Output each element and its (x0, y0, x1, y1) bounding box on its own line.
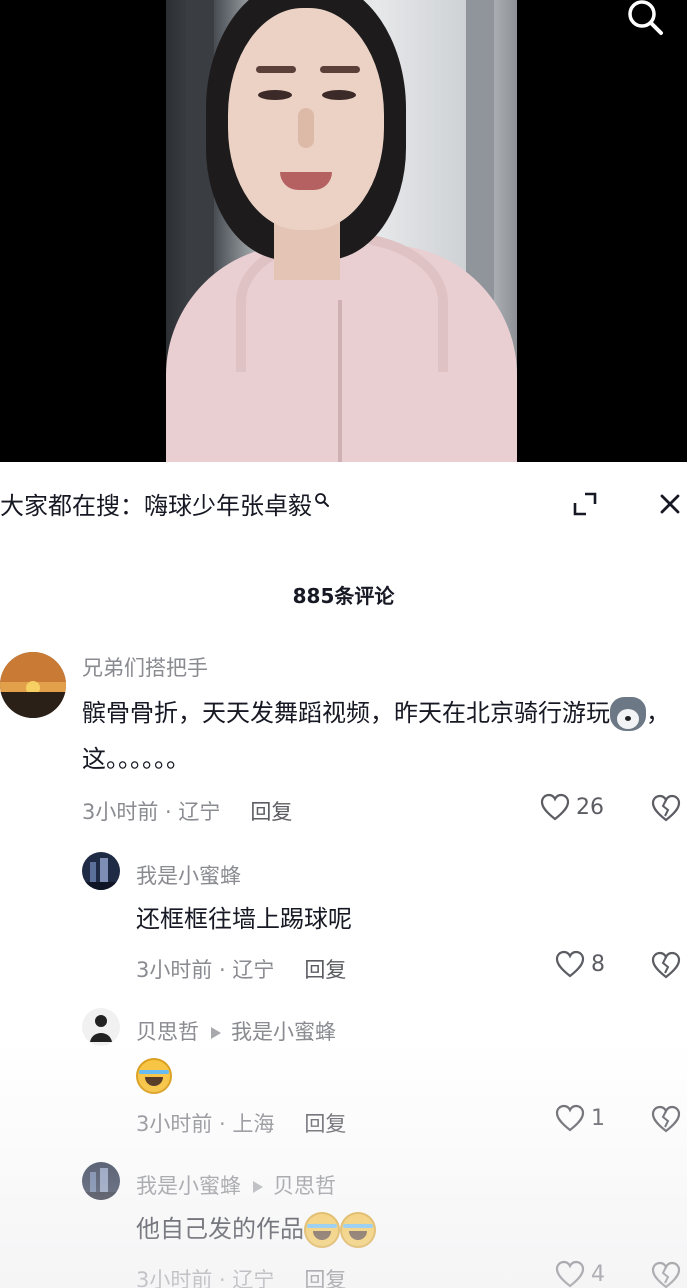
reply-text-content: 他自己发的作品 (136, 1215, 304, 1243)
close-icon[interactable] (656, 490, 684, 518)
like-button[interactable]: 1 (555, 1104, 605, 1132)
laughing-crying-emoji (304, 1212, 340, 1248)
like-count: 8 (591, 951, 605, 977)
laughing-crying-emoji (340, 1212, 376, 1248)
comment-location: 辽宁 (232, 958, 275, 982)
eyebrow (320, 66, 360, 73)
person-face (228, 8, 384, 230)
comment-location: 上海 (232, 1112, 275, 1136)
video-player[interactable] (0, 0, 687, 462)
comment-time: 3小时前 (82, 800, 159, 824)
dislike-button[interactable] (650, 1260, 682, 1288)
avatar[interactable] (0, 652, 66, 718)
everyone-search-link[interactable]: 大家都在搜：嗨球少年张卓毅 (0, 486, 330, 521)
reply-text: 他自己发的作品 (136, 1206, 656, 1252)
reply-username: 我是小蜜蜂 贝思哲 (136, 1170, 336, 1200)
broken-heart-icon (651, 951, 681, 979)
comment-meta: 3小时前 · 上海 回复 (136, 1108, 346, 1138)
reply-button[interactable]: 回复 (304, 1268, 346, 1288)
video-frame (166, 0, 517, 462)
comment-time: 3小时前 (136, 958, 213, 982)
comment-text-part: 髌骨骨折，天天发舞蹈视频，昨天在北京骑行游玩 (82, 699, 610, 727)
reply-target[interactable]: 贝思哲 (273, 1174, 336, 1198)
everyone-search-label: 大家都在搜： (0, 492, 144, 520)
everyone-search-term: 嗨球少年张卓毅 (144, 492, 312, 520)
nose (298, 108, 314, 148)
reply-author[interactable]: 我是小蜜蜂 (136, 1174, 241, 1198)
heart-outline-icon (555, 1104, 585, 1132)
expand-icon[interactable] (571, 490, 599, 518)
reply-button[interactable]: 回复 (304, 958, 346, 982)
reply-to-arrow-icon (253, 1181, 263, 1193)
broken-heart-icon (651, 1261, 681, 1288)
reply-to-arrow-icon (211, 1027, 221, 1039)
reply-author[interactable]: 贝思哲 (136, 1020, 199, 1044)
reply-text (136, 1052, 656, 1098)
broken-heart-icon (651, 1105, 681, 1133)
reply-username[interactable]: 我是小蜜蜂 (136, 860, 241, 890)
avatar[interactable] (82, 1162, 120, 1200)
like-count: 4 (591, 1261, 605, 1287)
avatar[interactable] (82, 1008, 120, 1046)
comment-username[interactable]: 兄弟们搭把手 (82, 652, 208, 682)
small-search-icon (314, 486, 330, 514)
like-button[interactable]: 26 (540, 793, 604, 821)
comment-text: 髌骨骨折，天天发舞蹈视频，昨天在北京骑行游玩 ，这。。。。。。 (82, 690, 682, 782)
reply-text: 还框框往墙上踢球呢 (136, 905, 352, 933)
comment-meta: 3小时前 · 辽宁 回复 (136, 954, 346, 984)
jacket-zipper (338, 300, 342, 462)
window-frame (466, 0, 494, 300)
comment-meta: 3小时前 · 辽宁 回复 (82, 796, 292, 826)
comment-count-title: 885条评论 (292, 584, 395, 608)
eyebrow (256, 66, 296, 73)
comment-location: 辽宁 (232, 1268, 275, 1288)
reply-target[interactable]: 我是小蜜蜂 (231, 1020, 336, 1044)
dislike-button[interactable] (650, 950, 682, 982)
like-button[interactable]: 8 (555, 950, 605, 978)
meta-separator: · (212, 1112, 233, 1136)
dislike-button[interactable] (650, 1104, 682, 1136)
eye (322, 90, 356, 100)
like-count: 1 (591, 1105, 605, 1131)
mouth (280, 172, 332, 190)
dislike-button[interactable] (650, 793, 682, 825)
broken-heart-icon (651, 794, 681, 822)
heart-outline-icon (555, 950, 585, 978)
comment-location: 辽宁 (178, 800, 221, 824)
eye (258, 90, 292, 100)
reply-button[interactable]: 回复 (250, 800, 292, 824)
heart-outline-icon (540, 793, 570, 821)
comment-time: 3小时前 (136, 1112, 213, 1136)
laughing-crying-emoji (136, 1058, 172, 1094)
meta-separator: · (158, 800, 179, 824)
reply-button[interactable]: 回复 (304, 1112, 346, 1136)
reply-username: 贝思哲 我是小蜜蜂 (136, 1016, 336, 1046)
like-count: 26 (576, 794, 604, 820)
heart-outline-icon (555, 1260, 585, 1288)
search-icon[interactable] (621, 0, 669, 42)
husky-dog-emoji (610, 697, 646, 731)
comment-meta: 3小时前 · 辽宁 回复 (136, 1264, 346, 1288)
meta-separator: · (212, 958, 233, 982)
avatar[interactable] (82, 852, 120, 890)
everyone-search-bar: 大家都在搜：嗨球少年张卓毅 (0, 462, 687, 546)
comment-time: 3小时前 (136, 1268, 213, 1288)
meta-separator: · (212, 1268, 233, 1288)
like-button[interactable]: 4 (555, 1260, 605, 1288)
